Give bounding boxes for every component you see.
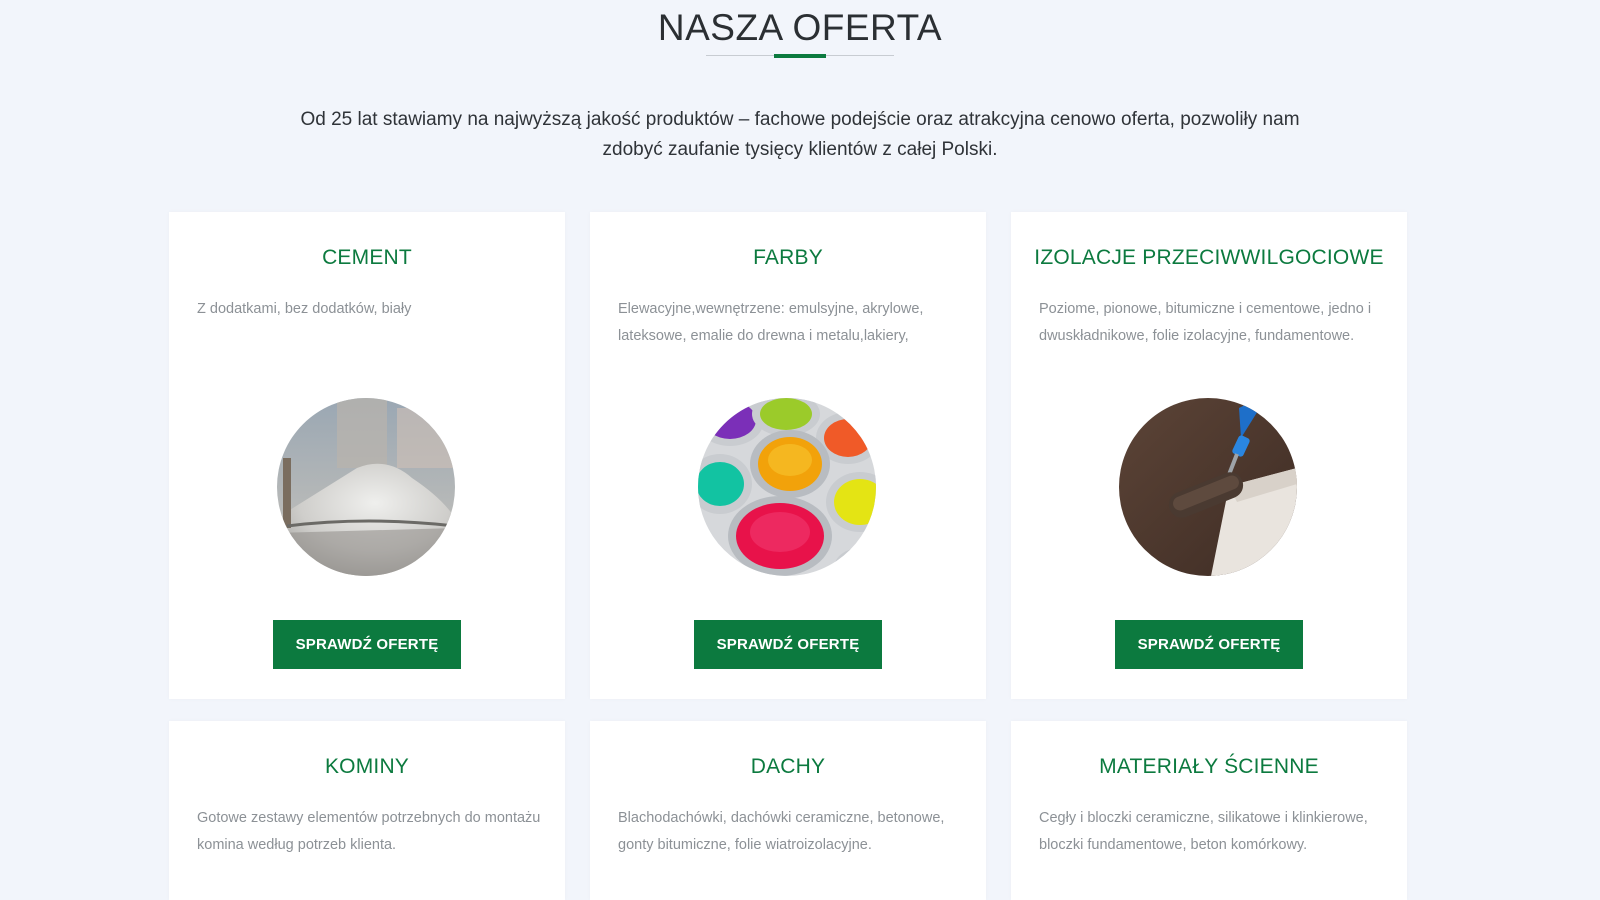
roller-graphic [1119,398,1297,576]
card-description: Cegły i bloczki ceramiczne, silikatowe i… [1039,810,1368,853]
offer-card-cement: CEMENT Z dodatkami, bez dodatków, biały [169,212,565,699]
check-offer-button[interactable]: SPRAWDŹ OFERTĘ [1115,620,1303,669]
card-description: Elewacyjne,wewnętrzene: emulsyjne, akryl… [618,301,924,344]
card-description: Poziome, pionowe, bitumiczne i cementowe… [1039,301,1372,344]
card-description: Z dodatkami, bez dodatków, biały [197,301,412,317]
title-divider-accent [774,54,826,58]
card-title: FARBY [753,246,823,269]
offer-card-kominy: KOMINY Gotowe zestawy elementów potrzebn… [169,721,565,900]
card-title: CEMENT [322,246,412,269]
paint-cans-image [698,398,876,576]
cement-powder-image [277,398,455,576]
offer-card-dachy: DACHY Blachodachówki, dachówki ceramiczn… [590,721,986,900]
offer-card-izolacje: IZOLACJE PRZECIWWILGOCIOWE Poziome, pion… [1011,212,1407,699]
card-title: KOMINY [324,755,410,778]
check-offer-button[interactable]: SPRAWDŹ OFERTĘ [694,620,882,669]
offer-card-farby: FARBY Elewacyjne,wewnętrzene: emulsyjne,… [590,212,986,699]
offer-card-materialy-scienne: MATERIAŁY ŚCIENNE Cegły i bloczki cerami… [1011,721,1407,900]
card-description: Blachodachówki, dachówki ceramiczne, bet… [618,810,945,853]
card-title: DACHY [750,755,826,778]
check-offer-button[interactable]: SPRAWDŹ OFERTĘ [273,620,461,669]
section-intro: Od 25 lat stawiamy na najwyższą jakość p… [300,109,1300,160]
card-title: MATERIAŁY ŚCIENNE [1099,755,1319,778]
title-divider [706,53,894,61]
cement-powder-graphic [277,398,455,576]
card-title: IZOLACJE PRZECIWWILGOCIOWE [1034,246,1384,269]
section-title: NASZA OFERTA [657,7,943,48]
section-header: NASZA OFERTA [0,0,1600,61]
paint-cans-graphic [698,398,876,576]
roller-waterproofing-image [1119,398,1297,576]
card-description: Gotowe zestawy elementów potrzebnych do … [197,810,541,853]
